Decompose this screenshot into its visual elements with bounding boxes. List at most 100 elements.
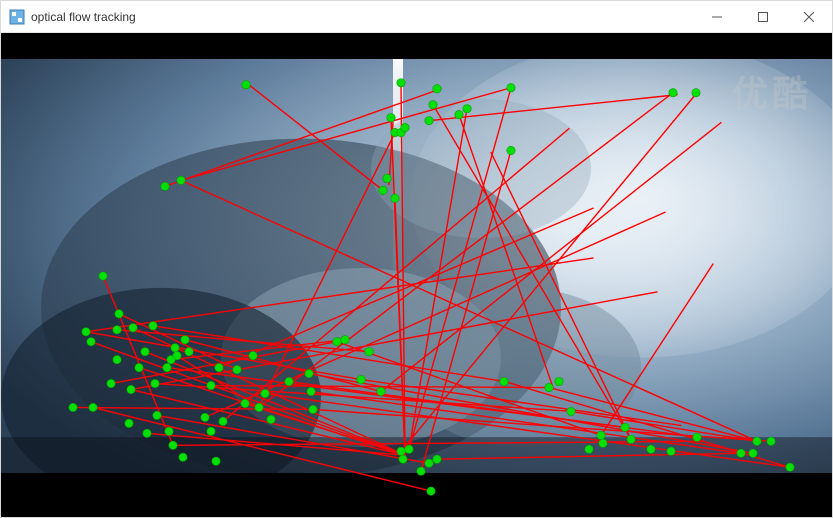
feature-point <box>143 429 151 437</box>
flow-line <box>86 258 593 332</box>
flow-line <box>437 453 741 459</box>
feature-point <box>179 453 187 461</box>
feature-point <box>82 328 90 336</box>
feature-point <box>417 467 425 475</box>
window-controls <box>694 1 832 32</box>
feature-point <box>627 435 635 443</box>
feature-point <box>219 417 227 425</box>
flow-line <box>223 129 569 422</box>
feature-point <box>207 381 215 389</box>
feature-point <box>149 322 157 330</box>
feature-point <box>692 89 700 97</box>
feature-point <box>233 365 241 373</box>
feature-point <box>427 487 435 495</box>
feature-point <box>167 355 175 363</box>
flow-line <box>131 292 657 390</box>
feature-point <box>89 403 97 411</box>
minimize-button[interactable] <box>694 1 740 32</box>
feature-point <box>507 84 515 92</box>
feature-point <box>107 379 115 387</box>
feature-point <box>647 445 655 453</box>
feature-point <box>401 123 409 131</box>
feature-point <box>357 375 365 383</box>
feature-point <box>585 445 593 453</box>
feature-point <box>212 457 220 465</box>
feature-point <box>87 338 95 346</box>
feature-point <box>455 110 463 118</box>
minimize-icon <box>712 12 722 22</box>
feature-point <box>169 441 177 449</box>
feature-point <box>425 116 433 124</box>
feature-point <box>165 427 173 435</box>
feature-point <box>397 447 405 455</box>
feature-point <box>597 431 605 439</box>
flow-line <box>491 153 631 440</box>
flow-line <box>409 88 511 450</box>
flow-line <box>165 89 441 187</box>
maximize-button[interactable] <box>740 1 786 32</box>
flow-line <box>219 208 593 367</box>
feature-point <box>69 403 77 411</box>
flow-line <box>337 342 601 436</box>
feature-point <box>500 377 508 385</box>
feature-point <box>113 326 121 334</box>
feature-point <box>463 105 471 113</box>
feature-point <box>249 351 257 359</box>
close-icon <box>804 12 814 22</box>
feature-point <box>241 399 249 407</box>
feature-point <box>255 403 263 411</box>
feature-point <box>127 385 135 393</box>
feature-point <box>115 310 123 318</box>
flow-lines <box>73 83 790 491</box>
feature-point <box>285 377 293 385</box>
feature-point <box>129 324 137 332</box>
close-button[interactable] <box>786 1 832 32</box>
feature-point <box>99 272 107 280</box>
feature-point <box>433 85 441 93</box>
flow-line <box>249 85 383 191</box>
flow-line <box>145 352 405 456</box>
feature-point <box>786 463 794 471</box>
app-icon <box>9 9 25 25</box>
flow-line <box>505 382 789 468</box>
feature-point <box>365 348 373 356</box>
feature-point <box>161 182 169 190</box>
flow-line <box>421 151 511 472</box>
feature-point <box>333 338 341 346</box>
feature-point <box>397 79 405 87</box>
feature-point <box>425 459 433 467</box>
feature-point <box>391 194 399 202</box>
feature-point <box>545 383 553 391</box>
feature-point <box>399 455 407 463</box>
feature-point <box>667 447 675 455</box>
feature-point <box>177 176 185 184</box>
flow-line <box>181 88 511 181</box>
feature-point <box>141 348 149 356</box>
titlebar[interactable]: optical flow tracking <box>1 1 832 33</box>
feature-point <box>383 174 391 182</box>
feature-point <box>507 146 515 154</box>
feature-point <box>201 413 209 421</box>
app-window: optical flow tracking <box>0 0 833 518</box>
client-area: 优酷 <box>1 33 832 517</box>
feature-point <box>429 101 437 109</box>
feature-point <box>567 407 575 415</box>
feature-point <box>242 81 250 89</box>
feature-point <box>305 369 313 377</box>
feature-point <box>125 419 133 427</box>
flow-line <box>73 407 313 409</box>
maximize-icon <box>758 12 768 22</box>
tracking-overlay <box>1 33 832 517</box>
flow-line <box>157 415 429 463</box>
flow-line <box>119 314 237 370</box>
feature-point <box>377 387 385 395</box>
feature-point <box>135 363 143 371</box>
flow-line <box>259 93 673 408</box>
feature-point <box>379 186 387 194</box>
flow-line <box>381 123 721 392</box>
feature-point <box>185 348 193 356</box>
feature-point <box>215 363 223 371</box>
feature-point <box>737 449 745 457</box>
feature-point <box>267 415 275 423</box>
feature-point <box>749 449 757 457</box>
